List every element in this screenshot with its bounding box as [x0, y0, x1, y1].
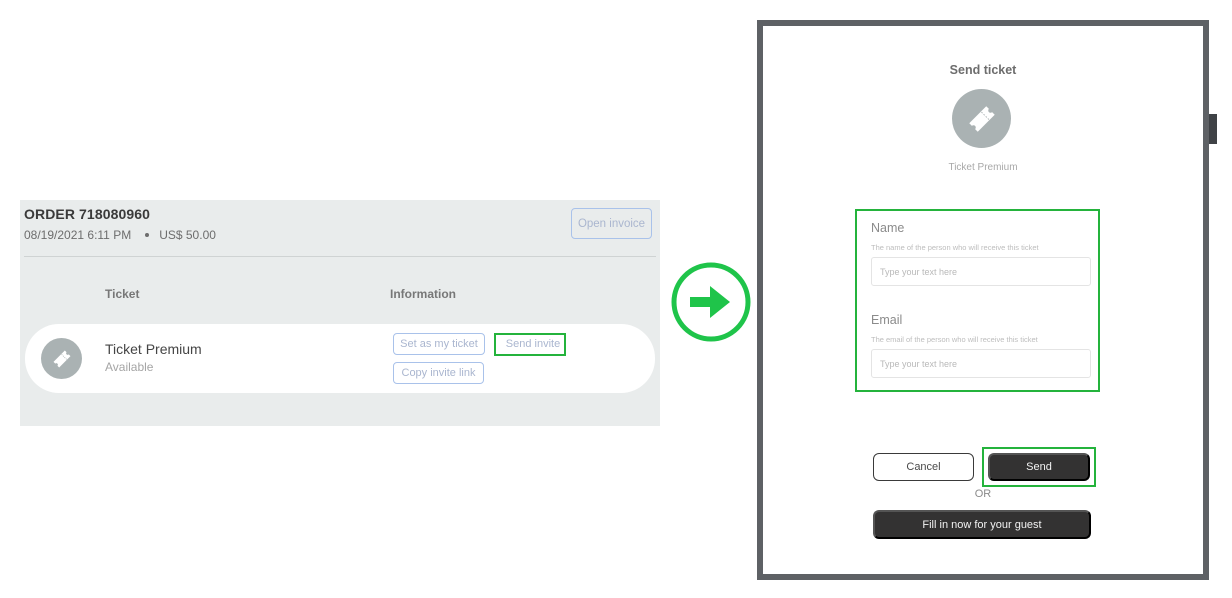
set-as-my-ticket-button[interactable]: Set as my ticket	[393, 333, 485, 355]
send-button[interactable]: Send	[988, 453, 1090, 481]
divider	[24, 256, 656, 257]
copy-invite-link-button[interactable]: Copy invite link	[393, 362, 484, 384]
modal-ticket-name: Ticket Premium	[948, 162, 1018, 173]
order-date: 08/19/2021 6:11 PM	[24, 228, 132, 242]
background-page-fragment	[1209, 114, 1217, 144]
ticket-icon	[53, 350, 70, 367]
modal-ticket-avatar	[952, 89, 1011, 148]
email-input[interactable]	[871, 349, 1091, 378]
send-ticket-modal: Send ticket Ticket Premium Name The name…	[757, 20, 1209, 580]
ticket-avatar	[41, 338, 82, 379]
send-invite-button[interactable]: Send invite	[499, 333, 567, 355]
fill-in-for-guest-button[interactable]: Fill in now for your guest	[873, 510, 1091, 539]
separator-dot	[145, 233, 150, 237]
name-label: Name	[871, 221, 905, 235]
ticket-name: Ticket Premium	[105, 341, 202, 357]
order-meta: 08/19/2021 6:11 PM US$ 50.00	[24, 228, 216, 242]
ticket-status: Available	[105, 360, 154, 374]
arrow-right-circle-icon	[671, 262, 751, 342]
ticket-icon	[968, 105, 995, 132]
order-panel: ORDER 718080960 08/19/2021 6:11 PM US$ 5…	[20, 200, 660, 426]
order-title: ORDER 718080960	[24, 206, 151, 222]
column-header-information: Information	[390, 287, 456, 301]
recipient-form: Name The name of the person who will rec…	[855, 209, 1100, 392]
or-separator: OR	[974, 488, 992, 500]
email-hint: The email of the person who will receive…	[871, 335, 1038, 344]
name-input[interactable]	[871, 257, 1091, 286]
modal-title: Send ticket	[949, 63, 1017, 77]
order-amount: US$ 50.00	[159, 228, 216, 242]
cancel-button[interactable]: Cancel	[873, 453, 974, 481]
name-hint: The name of the person who will receive …	[871, 243, 1039, 252]
open-invoice-button[interactable]: Open invoice	[571, 208, 652, 239]
column-header-ticket: Ticket	[105, 287, 140, 301]
email-label: Email	[871, 313, 903, 327]
ticket-row: Ticket Premium Available Set as my ticke…	[25, 324, 655, 393]
